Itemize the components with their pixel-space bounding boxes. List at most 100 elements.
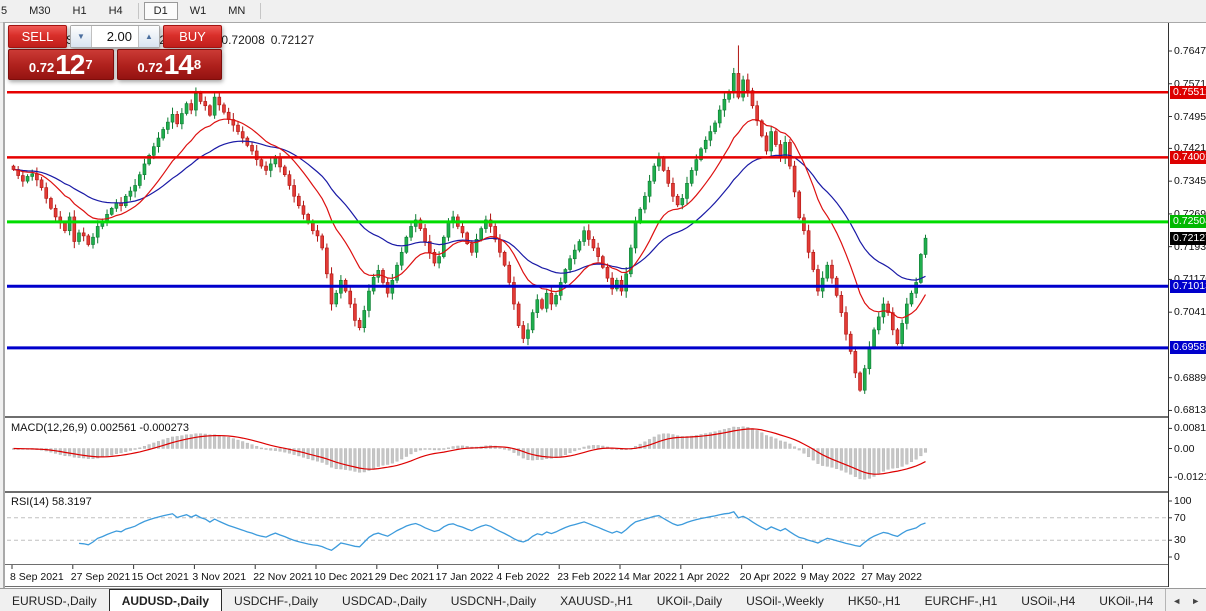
macd-histogram-bar: [606, 447, 609, 449]
timeframe-mn-button[interactable]: MN: [218, 2, 255, 20]
macd-histogram-bar: [340, 449, 343, 470]
tab-eurusd-daily[interactable]: EURUSD-,Daily: [0, 589, 109, 611]
macd-histogram-bar: [349, 449, 352, 471]
candle-body: [236, 125, 239, 131]
macd-histogram-bar: [414, 449, 417, 452]
tab-usoil-h4[interactable]: USOil-,H4: [1009, 589, 1087, 611]
macd-histogram-bar: [620, 449, 623, 450]
tab-audusd-daily[interactable]: AUDUSD-,Daily: [109, 589, 222, 611]
tab-ukoil-daily[interactable]: UKOil-,Daily: [645, 589, 734, 611]
timeframe-w1-button[interactable]: W1: [180, 2, 217, 20]
macd-histogram-bar: [241, 442, 244, 449]
macd-histogram-bar: [681, 436, 684, 448]
macd-histogram-bar: [573, 449, 576, 451]
macd-histogram-bar: [391, 449, 394, 464]
candle-body: [12, 166, 15, 169]
sell-button[interactable]: SELL: [8, 25, 67, 48]
candle-body: [541, 300, 544, 309]
candle-body: [190, 104, 193, 110]
candle-body: [470, 244, 473, 253]
timeframe-h1-button[interactable]: H1: [63, 2, 97, 20]
macd-histogram-bar: [400, 449, 403, 460]
date-axis-label: 27 May 2022: [861, 571, 922, 583]
macd-histogram-bar: [915, 449, 918, 460]
macd-histogram-bar: [555, 449, 558, 458]
timeframe-5-button[interactable]: 5: [0, 2, 17, 20]
macd-histogram-bar: [274, 449, 277, 451]
tab-scroll-right-icon[interactable]: ►: [1191, 596, 1200, 606]
candle-body: [882, 304, 885, 317]
candle-body: [802, 218, 805, 231]
macd-histogram-bar: [887, 449, 890, 470]
timeframe-h4-button[interactable]: H4: [99, 2, 133, 20]
sell-price-tile[interactable]: 0.72 12 7: [8, 49, 114, 80]
buy-button[interactable]: BUY: [163, 25, 222, 48]
candle-body: [760, 121, 763, 136]
price-tick-label: 0.68130: [1174, 404, 1206, 416]
trading-terminal-window: 5M30H1H4D1W1MN ▲ AUDUSD-,Daily 0.72632 0…: [0, 0, 1206, 611]
candle-body: [344, 280, 347, 291]
candle-body: [101, 221, 104, 226]
timeframe-m30-button[interactable]: M30: [19, 2, 60, 20]
macd-histogram-bar: [793, 447, 796, 449]
candle-body: [49, 198, 52, 208]
macd-histogram-bar: [611, 448, 614, 449]
candle-body: [134, 185, 137, 191]
candle-body: [171, 114, 174, 122]
rsi-tick-label: 0: [1174, 551, 1206, 563]
macd-histogram-bar: [653, 437, 656, 449]
timeframe-d1-button[interactable]: D1: [144, 2, 178, 20]
candle-body: [508, 265, 511, 282]
volume-increase-icon[interactable]: ▲: [138, 26, 159, 47]
macd-histogram-bar: [92, 449, 95, 459]
tab-usdcad-daily[interactable]: USDCAD-,Daily: [330, 589, 439, 611]
tab-usoil-weekly[interactable]: USOil-,Weekly: [734, 589, 836, 611]
candle-body: [639, 209, 642, 222]
date-axis-label: 17 Jan 2022: [436, 571, 494, 583]
candle-body: [391, 280, 394, 293]
macd-histogram-bar: [485, 446, 488, 449]
macd-histogram-bar: [115, 449, 118, 454]
macd-histogram-bar: [896, 449, 899, 468]
volume-decrease-icon[interactable]: ▼: [71, 26, 92, 47]
candle-body: [194, 94, 197, 110]
macd-histogram-bar: [550, 449, 553, 459]
rsi-tick-label: 70: [1174, 512, 1206, 524]
macd-histogram-bar: [742, 427, 745, 449]
macd-histogram-bar: [475, 447, 478, 448]
macd-histogram-bar: [129, 449, 132, 451]
macd-histogram-bar: [344, 449, 347, 470]
candle-body: [634, 222, 637, 248]
macd-header: MACD(12,26,9) 0.002561 -0.000273: [11, 422, 189, 434]
macd-histogram-bar: [410, 449, 413, 454]
tab-ukoil-h4[interactable]: UKOil-,H4: [1087, 589, 1165, 611]
buy-price-tile[interactable]: 0.72 14 8: [117, 49, 223, 80]
macd-histogram-bar: [676, 436, 679, 449]
candle-body: [695, 160, 698, 171]
tab-hk50-h1[interactable]: HK50-,H1: [836, 589, 913, 611]
volume-input[interactable]: 2.00: [92, 26, 138, 47]
macd-histogram-bar: [817, 449, 820, 464]
candle-body: [21, 176, 24, 182]
rsi-line: [79, 512, 926, 551]
macd-histogram-bar: [209, 435, 212, 449]
candle-body: [779, 145, 782, 158]
candle-body: [667, 170, 670, 183]
candle-body: [452, 217, 455, 222]
candle-body: [274, 158, 277, 164]
tab-xauusd-h1[interactable]: XAUUSD-,H1: [548, 589, 645, 611]
candle-body: [148, 155, 151, 164]
tab-scroll-left-icon[interactable]: ◄: [1172, 596, 1181, 606]
candle-body: [901, 323, 904, 343]
candle-body: [536, 300, 539, 313]
macd-histogram-bar: [354, 449, 357, 472]
candle-body: [873, 330, 876, 347]
candle-body: [690, 170, 693, 183]
tab-eurchf-h1[interactable]: EURCHF-,H1: [913, 589, 1010, 611]
candle-body: [910, 293, 913, 304]
tab-usdcnh-daily[interactable]: USDCNH-,Daily: [439, 589, 548, 611]
candle-body: [40, 180, 43, 188]
tab-usdchf-daily[interactable]: USDCHF-,Daily: [222, 589, 330, 611]
macd-histogram-bar: [260, 448, 263, 449]
candle-body: [339, 280, 342, 293]
